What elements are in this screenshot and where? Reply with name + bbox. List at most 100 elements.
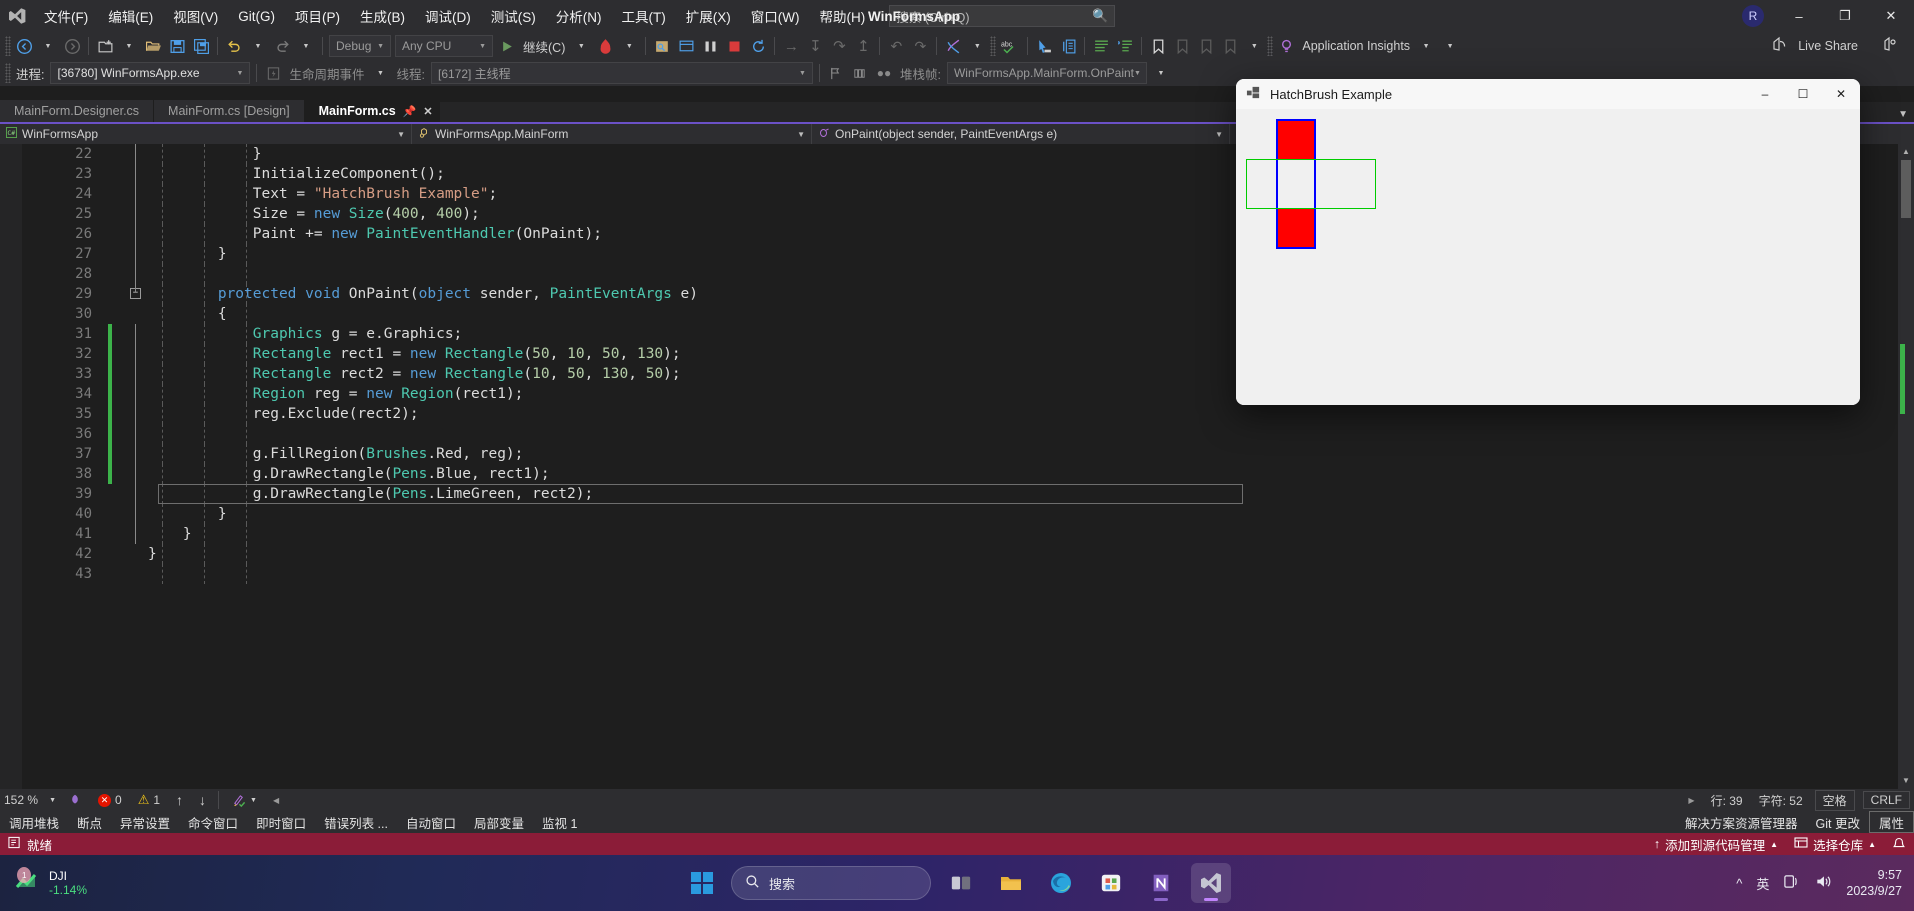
code-line[interactable]: 43 xyxy=(22,564,1914,584)
redo-nav-icon[interactable]: ↷ xyxy=(908,34,932,58)
avatar[interactable]: R xyxy=(1742,5,1764,27)
warning-count-item[interactable]: ⚠ 1 xyxy=(130,789,168,811)
line-ending-indicator[interactable]: CRLF xyxy=(1862,791,1910,809)
redo-icon[interactable] xyxy=(270,34,294,58)
save-icon[interactable] xyxy=(165,34,189,58)
continue-play-icon[interactable] xyxy=(495,34,519,58)
toggle-stackframe-icon[interactable]: ●● xyxy=(872,61,896,85)
pin-tab-icon[interactable]: 📌 xyxy=(403,105,417,118)
taskbar-search-input[interactable]: 搜索 xyxy=(731,866,931,900)
taskbar-visual-studio-icon[interactable] xyxy=(1191,863,1231,903)
scroll-up-arrow-icon[interactable]: ▲ xyxy=(1898,144,1914,160)
code-line[interactable]: 35 reg.Exclude(rect2); xyxy=(22,404,1914,424)
hot-reload-dropdown-icon[interactable]: ▼ xyxy=(617,34,641,58)
toggle-bookmark-icon[interactable] xyxy=(1146,34,1170,58)
taskbar-microsoft-store-icon[interactable] xyxy=(1091,863,1131,903)
notifications-bell-icon[interactable] xyxy=(1892,837,1906,852)
dock-tab-locals[interactable]: 局部变量 xyxy=(465,811,533,833)
add-to-source-control[interactable]: ↑ 添加到源代码管理 ▲ xyxy=(1654,835,1778,854)
code-line[interactable]: 39 g.DrawRectangle(Pens.LimeGreen, rect2… xyxy=(22,484,1914,504)
intellicode-dropdown-icon[interactable]: ▼ xyxy=(965,34,989,58)
tab-mainform-designer-cs[interactable]: MainForm.Designer.cs xyxy=(0,100,155,122)
new-project-icon[interactable] xyxy=(93,34,117,58)
taskbar-edge-icon[interactable] xyxy=(1041,863,1081,903)
breadcrumb-member-combo[interactable]: OnPaint(object sender, PaintEventArgs e)… xyxy=(812,124,1230,144)
stackframe-combo[interactable]: WinFormsApp.MainForm.OnPaint ▼ xyxy=(946,62,1147,84)
app-insights-dropdown-icon[interactable]: ▼ xyxy=(1414,34,1438,58)
toolbar-grip-2[interactable] xyxy=(990,36,997,56)
status-strip-overflow-left-icon[interactable]: ◀ xyxy=(265,789,287,811)
restart-icon[interactable] xyxy=(746,34,770,58)
hatchbrush-example-window[interactable]: HatchBrush Example – ☐ ✕ xyxy=(1236,79,1860,405)
dock-tab-watch-1[interactable]: 监视 1 xyxy=(533,811,586,833)
scrollbar-thumb[interactable] xyxy=(1901,160,1911,218)
menu-edit[interactable]: 编辑(E) xyxy=(98,0,163,32)
dock-tab-exception-settings[interactable]: 异常设置 xyxy=(111,811,179,833)
intellicode-icon[interactable] xyxy=(941,34,965,58)
app-minimize-button[interactable]: – xyxy=(1746,79,1784,109)
code-line[interactable]: 37 g.FillRegion(Brushes.Red, reg); xyxy=(22,444,1914,464)
app-close-button[interactable]: ✕ xyxy=(1822,79,1860,109)
new-project-dropdown-icon[interactable]: ▼ xyxy=(117,34,141,58)
redo-dropdown-icon[interactable]: ▼ xyxy=(294,34,318,58)
restore-button[interactable]: ❐ xyxy=(1822,0,1868,32)
dock-tab-immediate-window[interactable]: 即时窗口 xyxy=(247,811,315,833)
menu-git[interactable]: Git(G) xyxy=(228,0,285,32)
taskbar-stock-widget[interactable]: 1 DJI -1.14% xyxy=(0,866,87,900)
intellicode-status-icon[interactable] xyxy=(60,789,90,811)
show-threads-icon[interactable] xyxy=(848,61,872,85)
error-count-item[interactable]: ✕ 0 xyxy=(90,789,130,811)
menu-window[interactable]: 窗口(W) xyxy=(741,0,810,32)
lifecycle-events-label[interactable]: 生命周期事件 xyxy=(285,64,368,83)
attach-debugger-icon[interactable] xyxy=(650,34,674,58)
navigate-backward-icon[interactable] xyxy=(12,34,36,58)
next-issue-button[interactable]: ↓ xyxy=(191,789,214,811)
clear-bookmarks-icon[interactable] xyxy=(1218,34,1242,58)
app-insights-icon[interactable] xyxy=(1274,34,1298,58)
lifecycle-events-icon[interactable] xyxy=(261,61,285,85)
code-line[interactable]: 38 g.DrawRectangle(Pens.Blue, rect1); xyxy=(22,464,1914,484)
code-line[interactable]: 41 } xyxy=(22,524,1914,544)
restart-debug-icon[interactable] xyxy=(674,34,698,58)
lifecycle-dropdown-icon[interactable]: ▼ xyxy=(369,61,393,85)
breadcrumb-type-combo[interactable]: WinFormsApp.MainForm ▼ xyxy=(412,124,812,144)
menu-debug[interactable]: 调试(D) xyxy=(415,0,481,32)
live-share-feedback-icon[interactable] xyxy=(1882,36,1898,57)
show-next-statement-icon[interactable]: → xyxy=(779,34,803,58)
dock-tab-properties[interactable]: 属性 xyxy=(1868,811,1914,833)
tab-mainform-cs-design[interactable]: MainForm.cs [Design] xyxy=(154,100,305,122)
network-icon[interactable] xyxy=(1783,873,1800,893)
tab-list-dropdown-icon[interactable]: ▼ xyxy=(1898,109,1908,120)
select-element-icon[interactable] xyxy=(1032,34,1056,58)
menu-file[interactable]: 文件(F) xyxy=(34,0,98,32)
volume-icon[interactable] xyxy=(1814,873,1832,893)
toolbar-grip-3[interactable] xyxy=(1267,36,1274,56)
step-out-icon[interactable]: ↥ xyxy=(851,34,875,58)
tab-mainform-cs[interactable]: MainForm.cs 📌 ✕ xyxy=(304,100,440,122)
live-share-icon[interactable] xyxy=(1772,36,1788,57)
editor-indicator-margin[interactable] xyxy=(0,144,22,789)
open-file-icon[interactable] xyxy=(141,34,165,58)
minimize-button[interactable]: – xyxy=(1776,0,1822,32)
solution-platform-combo[interactable]: Any CPU ▼ xyxy=(395,35,493,57)
dock-tab-git-changes[interactable]: Git 更改 xyxy=(1807,811,1869,833)
dock-tab-call-stack[interactable]: 调用堆栈 xyxy=(0,811,68,833)
continue-dropdown-icon[interactable]: ▼ xyxy=(569,34,593,58)
app-maximize-button[interactable]: ☐ xyxy=(1784,79,1822,109)
taskbar-task-view-icon[interactable] xyxy=(941,863,981,903)
previous-bookmark-icon[interactable] xyxy=(1170,34,1194,58)
previous-issue-button[interactable]: ↑ xyxy=(168,789,191,811)
hot-reload-icon[interactable] xyxy=(593,34,617,58)
step-over-icon[interactable]: ↷ xyxy=(827,34,851,58)
undo-icon[interactable] xyxy=(222,34,246,58)
navigate-backward-dropdown-icon[interactable]: ▼ xyxy=(36,34,60,58)
taskbar-onenote-icon[interactable] xyxy=(1141,863,1181,903)
ime-indicator[interactable]: 英 xyxy=(1756,874,1769,893)
next-bookmark-icon[interactable] xyxy=(1194,34,1218,58)
indentation-indicator[interactable]: 空格 xyxy=(1814,789,1855,811)
dock-tab-breakpoints[interactable]: 断点 xyxy=(68,811,111,833)
code-line[interactable]: 36 xyxy=(22,424,1914,444)
menu-help[interactable]: 帮助(H) xyxy=(809,0,875,32)
dock-tab-command-window[interactable]: 命令窗口 xyxy=(179,811,247,833)
save-all-icon[interactable] xyxy=(189,34,213,58)
